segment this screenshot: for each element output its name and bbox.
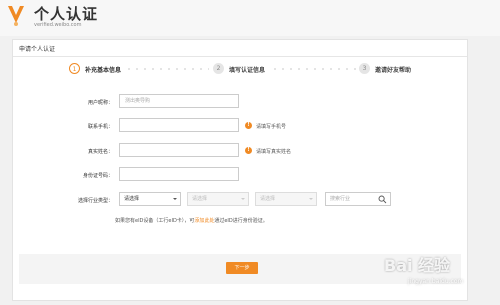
baidu-jingyan-watermark: Bai 经验: [384, 256, 451, 275]
industry-search-placeholder: 搜索行业: [330, 196, 351, 202]
site-header: 个人认证 verified.weibo.com: [0, 0, 500, 36]
nickname-label: 用户昵称：: [87, 100, 113, 106]
phone-hint: 请填写手机号: [256, 124, 287, 130]
site-title: 个人认证: [34, 5, 99, 23]
site-url: verified.weibo.com: [34, 22, 82, 28]
search-icon[interactable]: [378, 195, 387, 204]
industry-select-primary-value: 请选择: [124, 196, 140, 202]
realname-input[interactable]: [119, 143, 239, 157]
industry-select-secondary-value: 请选择: [192, 196, 208, 202]
chevron-down-icon: [309, 198, 313, 200]
idcard-label: 身份证号码：: [82, 173, 113, 179]
step-connector: [125, 68, 209, 70]
realname-label: 真实姓名：: [87, 149, 113, 155]
phone-label: 联系手机：: [87, 124, 113, 130]
divider: [13, 56, 467, 57]
industry-label: 选择行业类型：: [77, 198, 113, 204]
baidu-jingyan-watermark-url: jingyan.baidu.com: [408, 278, 464, 285]
eid-note-prefix: 如果您有eID设备（工行eID卡），可: [115, 218, 195, 224]
industry-select-tertiary-value: 请选择: [260, 196, 276, 202]
eid-note-suffix: 通过eID进行身份验证。: [214, 218, 268, 224]
next-step-button[interactable]: 下一步: [226, 262, 258, 274]
chevron-down-icon: [173, 198, 177, 200]
step-3-label: 邀请好友帮助: [375, 67, 412, 74]
industry-select-tertiary[interactable]: 请选择: [255, 192, 317, 206]
idcard-input[interactable]: [119, 167, 239, 181]
info-icon: !: [245, 122, 252, 129]
industry-select-secondary[interactable]: 请选择: [187, 192, 249, 206]
weibo-verified-logo-icon: [8, 6, 24, 26]
step-1-number: 1: [69, 63, 80, 74]
eid-note: 如果您有eID设备（工行eID卡），可添加此处通过eID进行身份验证。: [115, 217, 268, 224]
step-1-label: 补充基本信息: [85, 67, 122, 74]
nickname-input[interactable]: 测出奥导购: [119, 94, 239, 108]
chevron-down-icon: [241, 198, 245, 200]
panel-title: 申请个人认证: [19, 46, 56, 53]
step-connector: [271, 68, 357, 70]
step-2-label: 填写认证信息: [229, 67, 266, 74]
industry-select-primary[interactable]: 请选择: [119, 192, 181, 206]
step-2-number: 2: [213, 63, 224, 74]
industry-search-input[interactable]: 搜索行业: [325, 192, 391, 206]
eid-add-link[interactable]: 添加此处: [194, 218, 214, 224]
realname-hint: 请填写真实姓名: [256, 149, 292, 155]
phone-input[interactable]: [119, 118, 239, 132]
info-icon: !: [245, 147, 252, 154]
step-3-number: 3: [359, 63, 370, 74]
